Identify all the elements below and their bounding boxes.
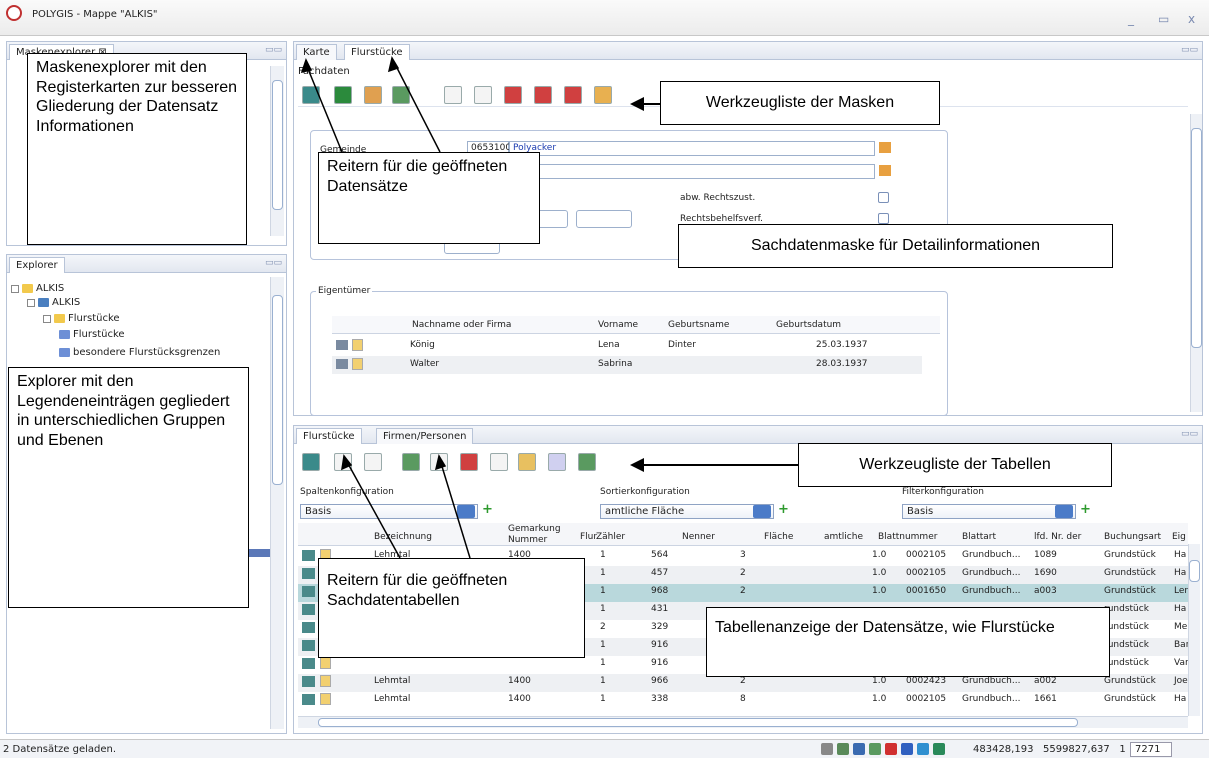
coordinates-readout: 483428,193 5599827,637 1 : bbox=[973, 744, 1133, 755]
layer-icon[interactable] bbox=[869, 743, 881, 755]
status-text: 2 Datensätze geladen. bbox=[3, 744, 117, 755]
document-icon[interactable] bbox=[901, 743, 913, 755]
scale-input[interactable]: 7271 bbox=[1130, 742, 1172, 757]
search-map-icon[interactable] bbox=[853, 743, 865, 755]
stop-icon[interactable] bbox=[885, 743, 897, 755]
network-icon[interactable] bbox=[837, 743, 849, 755]
image-icon[interactable] bbox=[933, 743, 945, 755]
globe-icon[interactable] bbox=[917, 743, 929, 755]
zoom-icon[interactable] bbox=[821, 743, 833, 755]
pointer-lines bbox=[300, 56, 471, 559]
status-bar: 2 Datensätze geladen. 483428,193 5599827… bbox=[0, 739, 1209, 758]
